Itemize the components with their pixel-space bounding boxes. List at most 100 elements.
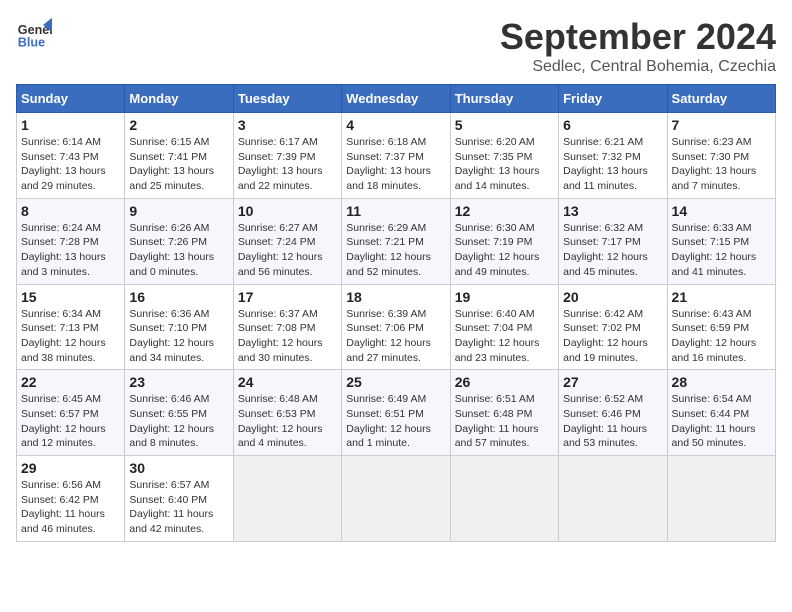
day-cell: 24Sunrise: 6:48 AM Sunset: 6:53 PM Dayli…: [233, 370, 341, 456]
day-cell: 1Sunrise: 6:14 AM Sunset: 7:43 PM Daylig…: [17, 113, 125, 199]
day-info: Sunrise: 6:21 AM Sunset: 7:32 PM Dayligh…: [563, 135, 662, 194]
day-info: Sunrise: 6:34 AM Sunset: 7:13 PM Dayligh…: [21, 307, 120, 366]
day-cell: 7 Sunrise: 6:23 AM Sunset: 7:30 PM Daylig…: [667, 113, 775, 199]
day-cell: 6 Sunrise: 6:21 AM Sunset: 7:32 PM Daylig…: [559, 113, 667, 199]
day-number: 18: [346, 289, 445, 305]
col-header-tuesday: Tuesday: [233, 85, 341, 113]
day-cell: [559, 456, 667, 542]
day-info: Sunrise: 6:27 AM Sunset: 7:24 PM Dayligh…: [238, 221, 337, 280]
day-cell: 22 Sunrise: 6:45 AM Sunset: 6:57 PM Dayli…: [17, 370, 125, 456]
day-cell: [667, 456, 775, 542]
day-number: 12: [455, 203, 554, 219]
day-cell: 5 Sunrise: 6:20 AM Sunset: 7:35 PM Daylig…: [450, 113, 558, 199]
week-row-1: 1Sunrise: 6:14 AM Sunset: 7:43 PM Daylig…: [17, 113, 776, 199]
day-info: Sunrise: 6:43 AM Sunset: 6:59 PM Dayligh…: [672, 307, 771, 366]
day-cell: 25 Sunrise: 6:49 AM Sunset: 6:51 PM Dayli…: [342, 370, 450, 456]
day-number: 29: [21, 460, 120, 476]
day-cell: [450, 456, 558, 542]
day-info: Sunrise: 6:26 AM Sunset: 7:26 PM Dayligh…: [129, 221, 228, 280]
col-header-sunday: Sunday: [17, 85, 125, 113]
day-cell: 12 Sunrise: 6:30 AM Sunset: 7:19 PM Dayli…: [450, 198, 558, 284]
day-cell: 9 Sunrise: 6:26 AM Sunset: 7:26 PM Daylig…: [125, 198, 233, 284]
day-number: 10: [238, 203, 337, 219]
day-info: Sunrise: 6:24 AM Sunset: 7:28 PM Dayligh…: [21, 221, 120, 280]
day-cell: 21Sunrise: 6:43 AM Sunset: 6:59 PM Dayli…: [667, 284, 775, 370]
day-info: Sunrise: 6:57 AM Sunset: 6:40 PM Dayligh…: [129, 478, 228, 537]
day-number: 5: [455, 117, 554, 133]
day-number: 17: [238, 289, 337, 305]
day-info: Sunrise: 6:54 AM Sunset: 6:44 PM Dayligh…: [672, 392, 771, 451]
day-info: Sunrise: 6:14 AM Sunset: 7:43 PM Dayligh…: [21, 135, 120, 194]
week-row-2: 8Sunrise: 6:24 AM Sunset: 7:28 PM Daylig…: [17, 198, 776, 284]
day-cell: 15 Sunrise: 6:34 AM Sunset: 7:13 PM Dayli…: [17, 284, 125, 370]
day-info: Sunrise: 6:52 AM Sunset: 6:46 PM Dayligh…: [563, 392, 662, 451]
day-info: Sunrise: 6:17 AM Sunset: 7:39 PM Dayligh…: [238, 135, 337, 194]
day-cell: 11 Sunrise: 6:29 AM Sunset: 7:21 PM Dayli…: [342, 198, 450, 284]
day-info: Sunrise: 6:18 AM Sunset: 7:37 PM Dayligh…: [346, 135, 445, 194]
day-number: 16: [129, 289, 228, 305]
day-number: 23: [129, 374, 228, 390]
day-info: Sunrise: 6:56 AM Sunset: 6:42 PM Dayligh…: [21, 478, 120, 537]
day-number: 30: [129, 460, 228, 476]
day-info: Sunrise: 6:49 AM Sunset: 6:51 PM Dayligh…: [346, 392, 445, 451]
day-cell: 27 Sunrise: 6:52 AM Sunset: 6:46 PM Dayli…: [559, 370, 667, 456]
day-info: Sunrise: 6:45 AM Sunset: 6:57 PM Dayligh…: [21, 392, 120, 451]
day-number: 3: [238, 117, 337, 133]
day-cell: 23 Sunrise: 6:46 AM Sunset: 6:55 PM Dayli…: [125, 370, 233, 456]
day-cell: 18 Sunrise: 6:39 AM Sunset: 7:06 PM Dayli…: [342, 284, 450, 370]
col-header-friday: Friday: [559, 85, 667, 113]
logo: General Blue: [16, 16, 52, 52]
day-info: Sunrise: 6:32 AM Sunset: 7:17 PM Dayligh…: [563, 221, 662, 280]
day-info: Sunrise: 6:42 AM Sunset: 7:02 PM Dayligh…: [563, 307, 662, 366]
day-info: Sunrise: 6:46 AM Sunset: 6:55 PM Dayligh…: [129, 392, 228, 451]
day-cell: 19 Sunrise: 6:40 AM Sunset: 7:04 PM Dayli…: [450, 284, 558, 370]
day-cell: 13Sunrise: 6:32 AM Sunset: 7:17 PM Dayli…: [559, 198, 667, 284]
day-number: 26: [455, 374, 554, 390]
day-info: Sunrise: 6:23 AM Sunset: 7:30 PM Dayligh…: [672, 135, 771, 194]
day-cell: [233, 456, 341, 542]
day-number: 24: [238, 374, 337, 390]
day-number: 20: [563, 289, 662, 305]
day-cell: 8Sunrise: 6:24 AM Sunset: 7:28 PM Daylig…: [17, 198, 125, 284]
day-number: 7: [672, 117, 771, 133]
day-number: 27: [563, 374, 662, 390]
day-cell: 4 Sunrise: 6:18 AM Sunset: 7:37 PM Daylig…: [342, 113, 450, 199]
day-info: Sunrise: 6:39 AM Sunset: 7:06 PM Dayligh…: [346, 307, 445, 366]
day-cell: 30 Sunrise: 6:57 AM Sunset: 6:40 PM Dayli…: [125, 456, 233, 542]
day-info: Sunrise: 6:30 AM Sunset: 7:19 PM Dayligh…: [455, 221, 554, 280]
day-number: 4: [346, 117, 445, 133]
day-info: Sunrise: 6:36 AM Sunset: 7:10 PM Dayligh…: [129, 307, 228, 366]
day-number: 15: [21, 289, 120, 305]
day-cell: 14Sunrise: 6:33 AM Sunset: 7:15 PM Dayli…: [667, 198, 775, 284]
day-cell: 3 Sunrise: 6:17 AM Sunset: 7:39 PM Daylig…: [233, 113, 341, 199]
day-cell: [342, 456, 450, 542]
day-cell: 26Sunrise: 6:51 AM Sunset: 6:48 PM Dayli…: [450, 370, 558, 456]
day-number: 22: [21, 374, 120, 390]
logo-icon: General Blue: [16, 16, 52, 52]
day-info: Sunrise: 6:40 AM Sunset: 7:04 PM Dayligh…: [455, 307, 554, 366]
day-number: 6: [563, 117, 662, 133]
col-header-thursday: Thursday: [450, 85, 558, 113]
day-number: 11: [346, 203, 445, 219]
svg-text:Blue: Blue: [18, 36, 45, 50]
col-header-wednesday: Wednesday: [342, 85, 450, 113]
day-number: 2: [129, 117, 228, 133]
day-info: Sunrise: 6:20 AM Sunset: 7:35 PM Dayligh…: [455, 135, 554, 194]
day-info: Sunrise: 6:15 AM Sunset: 7:41 PM Dayligh…: [129, 135, 228, 194]
week-row-3: 15 Sunrise: 6:34 AM Sunset: 7:13 PM Dayli…: [17, 284, 776, 370]
day-cell: 16 Sunrise: 6:36 AM Sunset: 7:10 PM Dayli…: [125, 284, 233, 370]
day-info: Sunrise: 6:37 AM Sunset: 7:08 PM Dayligh…: [238, 307, 337, 366]
location-title: Sedlec, Central Bohemia, Czechia: [500, 58, 776, 76]
day-number: 25: [346, 374, 445, 390]
day-info: Sunrise: 6:29 AM Sunset: 7:21 PM Dayligh…: [346, 221, 445, 280]
week-row-5: 29 Sunrise: 6:56 AM Sunset: 6:42 PM Dayli…: [17, 456, 776, 542]
day-cell: 17 Sunrise: 6:37 AM Sunset: 7:08 PM Dayli…: [233, 284, 341, 370]
day-cell: 29 Sunrise: 6:56 AM Sunset: 6:42 PM Dayli…: [17, 456, 125, 542]
calendar-table: SundayMondayTuesdayWednesdayThursdayFrid…: [16, 84, 776, 542]
day-number: 19: [455, 289, 554, 305]
day-number: 9: [129, 203, 228, 219]
day-cell: 20 Sunrise: 6:42 AM Sunset: 7:02 PM Dayli…: [559, 284, 667, 370]
col-header-monday: Monday: [125, 85, 233, 113]
month-title: September 2024: [500, 16, 776, 58]
day-cell: 28Sunrise: 6:54 AM Sunset: 6:44 PM Dayli…: [667, 370, 775, 456]
